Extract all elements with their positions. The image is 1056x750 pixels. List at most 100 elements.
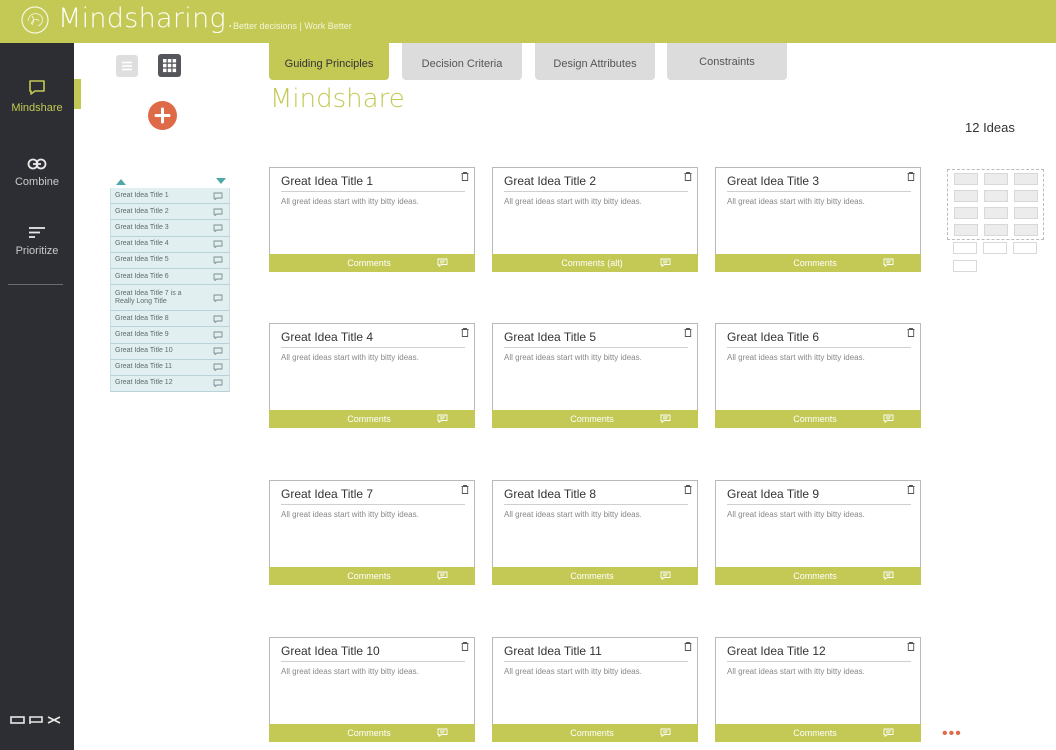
add-idea-button[interactable]	[148, 101, 177, 130]
list-item[interactable]: Great Idea Title 7 is a Really Long Titl…	[110, 285, 230, 312]
comments-bar[interactable]: Comments	[715, 567, 921, 585]
trash-icon[interactable]	[461, 172, 469, 181]
trash-icon[interactable]	[907, 642, 915, 651]
trash-icon[interactable]	[684, 485, 692, 494]
comment-icon[interactable]	[213, 331, 223, 339]
trash-icon[interactable]	[461, 328, 469, 337]
comments-bar[interactable]: Comments	[269, 724, 475, 742]
comment-icon[interactable]	[883, 258, 894, 267]
idea-card[interactable]: Great Idea Title 9 All great ideas start…	[715, 480, 921, 585]
trash-icon[interactable]	[684, 642, 692, 651]
comment-icon[interactable]	[213, 256, 223, 265]
list-item[interactable]: Great Idea Title 11	[110, 359, 230, 376]
idea-card[interactable]: Great Idea Title 2 All great ideas start…	[492, 167, 698, 272]
idea-card[interactable]: Great Idea Title 12 All great ideas star…	[715, 637, 921, 742]
minimap-cell	[1014, 190, 1038, 202]
comment-icon[interactable]	[660, 258, 671, 267]
minimap-cell	[954, 173, 978, 185]
tab-guiding-principles[interactable]: Guiding Principles	[269, 43, 389, 80]
tab-design-attributes[interactable]: Design Attributes	[535, 43, 655, 80]
sidebar-item-prioritize[interactable]: Prioritize	[0, 226, 74, 257]
sidebar-item-mindshare[interactable]: Mindshare	[0, 79, 74, 114]
comment-icon[interactable]	[437, 571, 448, 580]
trash-icon[interactable]	[907, 172, 915, 181]
list-icon	[122, 61, 132, 71]
comments-bar[interactable]: Comments	[269, 254, 475, 272]
comments-bar[interactable]: Comments	[269, 567, 475, 585]
sidebar-item-label: Combine	[14, 176, 60, 188]
tab-constraints[interactable]: Constraints	[667, 43, 787, 80]
card-title: Great Idea Title 12	[727, 644, 911, 662]
sidebar-item-label: Mindshare	[11, 102, 63, 114]
trash-icon[interactable]	[907, 485, 915, 494]
idea-card[interactable]: Great Idea Title 10 All great ideas star…	[269, 637, 475, 742]
list-item[interactable]: Great Idea Title 3	[110, 220, 230, 237]
comment-icon[interactable]	[213, 315, 223, 323]
idea-card[interactable]: Great Idea Title 8 All great ideas start…	[492, 480, 698, 585]
comment-icon[interactable]	[213, 294, 223, 302]
list-item[interactable]: Great Idea Title 4	[110, 236, 230, 253]
card-description: All great ideas start with itty bitty id…	[281, 510, 419, 519]
trash-icon[interactable]	[684, 172, 692, 181]
comments-bar[interactable]: Comments	[492, 724, 698, 742]
comment-icon[interactable]	[213, 208, 223, 216]
sidebar-divider	[8, 284, 63, 285]
sort-descending-icon[interactable]	[216, 178, 226, 185]
comment-icon[interactable]	[213, 240, 223, 249]
list-item[interactable]: Great Idea Title 10	[110, 343, 230, 360]
comment-icon[interactable]	[213, 224, 223, 232]
list-item[interactable]: Great Idea Title 8	[110, 311, 230, 328]
comments-bar[interactable]: Comments	[492, 410, 698, 428]
minimap-cell	[953, 260, 977, 272]
idea-card[interactable]: Great Idea Title 1 All great ideas start…	[269, 167, 475, 272]
card-title: Great Idea Title 6	[727, 330, 911, 348]
list-item[interactable]: Great Idea Title 2	[110, 204, 230, 221]
comment-icon[interactable]	[660, 728, 671, 737]
list-item[interactable]: Great Idea Title 6	[110, 268, 230, 286]
grid-view-button[interactable]	[158, 54, 181, 77]
list-view-button[interactable]	[116, 55, 138, 77]
minimap[interactable]	[947, 169, 1044, 240]
idea-card[interactable]: Great Idea Title 7 All great ideas start…	[269, 480, 475, 585]
comment-icon[interactable]	[213, 347, 223, 356]
comment-icon[interactable]	[213, 192, 223, 200]
idea-card[interactable]: Great Idea Title 5 All great ideas start…	[492, 323, 698, 428]
list-item[interactable]: Great Idea Title 5	[110, 252, 230, 269]
comment-icon[interactable]	[660, 414, 671, 423]
trash-icon[interactable]	[461, 642, 469, 651]
comments-bar[interactable]: Comments	[269, 410, 475, 428]
comment-icon[interactable]	[213, 363, 223, 372]
card-title: Great Idea Title 1	[281, 174, 465, 192]
card-title: Great Idea Title 10	[281, 644, 465, 662]
idea-card[interactable]: Great Idea Title 6 All great ideas start…	[715, 323, 921, 428]
idea-card[interactable]: Great Idea Title 4 All great ideas start…	[269, 323, 475, 428]
sidebar-item-combine[interactable]: Combine	[0, 158, 74, 188]
comments-bar[interactable]: Comments	[715, 254, 921, 272]
trash-icon[interactable]	[907, 328, 915, 337]
comments-bar[interactable]: Comments	[715, 724, 921, 742]
list-item[interactable]: Great Idea Title 12	[110, 375, 230, 393]
idea-card[interactable]: Great Idea Title 11 All great ideas star…	[492, 637, 698, 742]
comments-bar[interactable]: Comments (alt)	[492, 254, 698, 272]
list-item[interactable]: Great Idea Title 1	[110, 188, 230, 205]
comment-icon[interactable]	[213, 379, 223, 388]
comment-icon[interactable]	[437, 414, 448, 423]
comment-icon[interactable]	[883, 728, 894, 737]
more-options-icon[interactable]: •••	[942, 725, 962, 743]
comment-icon[interactable]	[437, 258, 448, 267]
tab-decision-criteria[interactable]: Decision Criteria	[402, 43, 522, 80]
comments-bar[interactable]: Comments	[492, 567, 698, 585]
trash-icon[interactable]	[461, 485, 469, 494]
minimap-cell	[954, 224, 978, 236]
comment-icon[interactable]	[437, 728, 448, 737]
comment-icon[interactable]	[883, 571, 894, 580]
idea-card[interactable]: Great Idea Title 3 All great ideas start…	[715, 167, 921, 272]
sort-ascending-icon[interactable]	[116, 178, 126, 185]
comment-icon[interactable]	[660, 571, 671, 580]
comments-bar[interactable]: Comments	[715, 410, 921, 428]
top-bar: Mindsharing. Better decisions | Work Bet…	[0, 0, 1056, 43]
list-item[interactable]: Great Idea Title 9	[110, 327, 230, 344]
comment-icon[interactable]	[213, 273, 223, 281]
comment-icon[interactable]	[883, 414, 894, 423]
trash-icon[interactable]	[684, 328, 692, 337]
